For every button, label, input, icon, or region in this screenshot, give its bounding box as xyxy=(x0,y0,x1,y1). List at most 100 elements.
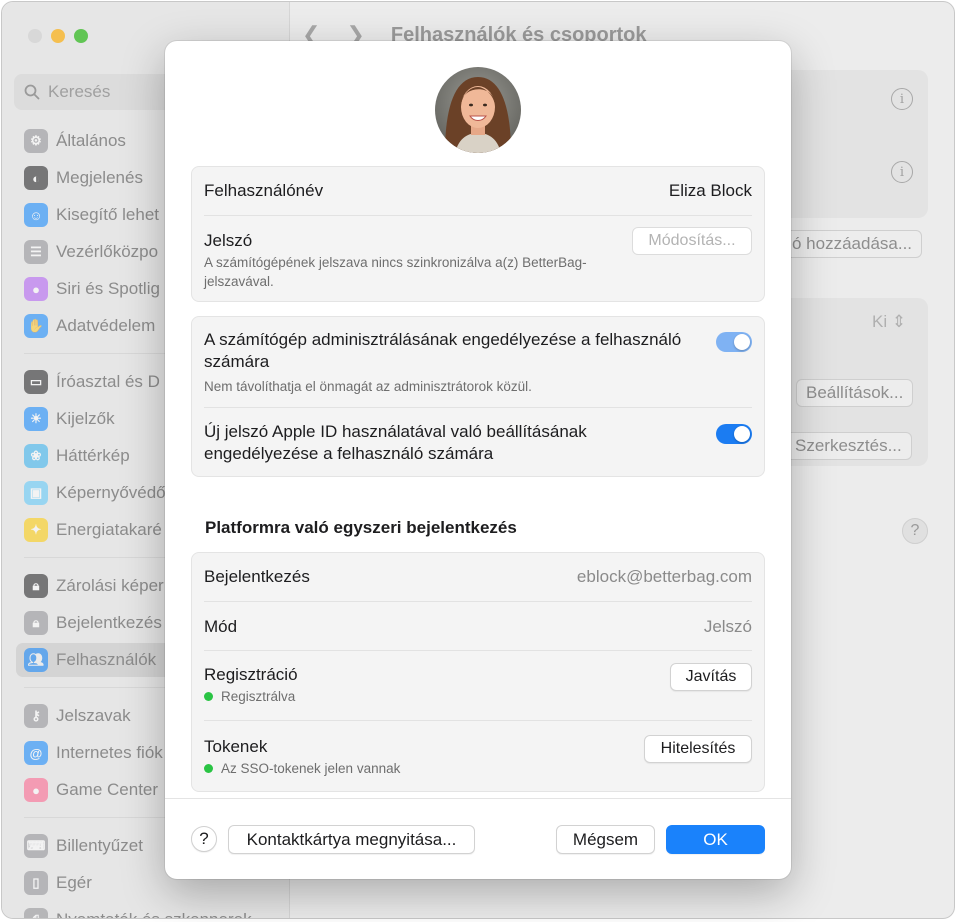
sidebar-item-label: Megjelenés xyxy=(56,168,143,187)
sidebar-item-label: Általános xyxy=(56,131,126,150)
username-value: Eliza Block xyxy=(668,181,752,200)
authenticate-button[interactable]: Hitelesítés xyxy=(644,735,752,763)
wallpaper-icon: ❀ xyxy=(24,444,48,468)
registration-status: Regisztrálva xyxy=(204,687,295,706)
status-dot-icon xyxy=(204,692,213,701)
sso-login-value: eblock@betterbag.com xyxy=(576,567,752,586)
control-center-icon: ☰ xyxy=(24,240,48,264)
sidebar-item-label: Billentyűzet xyxy=(56,836,143,855)
accessibility-icon: ☺ xyxy=(24,203,48,227)
key-icon: ⚷ xyxy=(24,704,48,728)
guest-select[interactable]: Ki ⇕ xyxy=(872,312,906,332)
tokens-status-text: Az SSO-tokenek jelen vannak xyxy=(221,761,401,776)
sidebar-item-label: Íróasztal és D xyxy=(56,372,160,391)
close-window-button[interactable] xyxy=(28,29,42,43)
password-row: Jelszó A számítógépének jelszava nincs s… xyxy=(204,227,752,297)
sidebar-item-label: Képernyővédő xyxy=(56,483,166,502)
sso-tokens-row: Tokenek Az SSO-tokenek jelen vannak Hite… xyxy=(204,733,752,785)
registration-label: Regisztráció xyxy=(204,665,298,684)
sidebar-item-printers[interactable]: ⎙ Nyomtatók és szkennerek xyxy=(16,903,278,918)
info-icon[interactable]: i xyxy=(891,161,913,183)
sidebar-item-label: Vezérlőközpo xyxy=(56,242,159,261)
sidebar-item-label: Adatvédelem xyxy=(56,316,156,335)
admin-row: A számítógép adminisztrálásának engedély… xyxy=(204,329,752,409)
sso-section-title: Platformra való egyszeri bejelentkezés xyxy=(205,518,517,537)
sso-login-row: Bejelentkezés eblock@betterbag.com xyxy=(204,567,752,589)
row-divider xyxy=(204,407,752,408)
change-password-button[interactable]: Módosítás... xyxy=(632,227,752,255)
sso-mode-row: Mód Jelszó xyxy=(204,617,752,639)
at-icon: @ xyxy=(24,741,48,765)
settings-button[interactable]: Beállítások... xyxy=(796,379,914,407)
screensaver-icon: ▣ xyxy=(24,481,48,505)
sidebar-item-label: Bejelentkezés xyxy=(56,613,162,632)
sidebar-item-label: Kisegítő lehet xyxy=(56,205,160,224)
repair-button[interactable]: Javítás xyxy=(670,663,752,691)
energy-icon: ✦ xyxy=(24,518,48,542)
allow-admin-label: A számítógép adminisztrálásának engedély… xyxy=(204,330,682,371)
sidebar-item-label: Nyomtatók és szkennerek xyxy=(56,910,252,918)
allow-admin-note: Nem távolíthatja el önmagát az adminiszt… xyxy=(204,379,532,394)
search-icon xyxy=(24,84,40,100)
minimize-window-button[interactable] xyxy=(51,29,65,43)
permissions-card: A számítógép adminisztrálásának engedély… xyxy=(191,316,765,477)
guest-select-value: Ki xyxy=(872,312,888,331)
help-icon[interactable]: ? xyxy=(902,518,928,544)
sso-registration-row: Regisztráció Regisztrálva Javítás xyxy=(204,661,752,713)
sidebar-item-label: Internetes fiók xyxy=(56,743,163,762)
user-photo xyxy=(435,67,521,153)
sidebar-item-label: Energiatakaré xyxy=(56,520,162,539)
users-icon: 👥︎ xyxy=(24,648,48,672)
gear-icon: ⚙ xyxy=(24,129,48,153)
avatar[interactable] xyxy=(435,67,521,153)
sso-card: Bejelentkezés eblock@betterbag.com Mód J… xyxy=(191,552,765,792)
allow-appleid-reset-label: Új jelszó Apple ID használatával való be… xyxy=(204,422,587,463)
sidebar-item-label: Jelszavak xyxy=(56,706,131,725)
password-label: Jelszó xyxy=(204,231,253,250)
login-lock-icon: 🔒︎ xyxy=(24,611,48,635)
game-center-icon: ● xyxy=(24,778,48,802)
open-contact-card-button[interactable]: Kontaktkártya megnyitása... xyxy=(228,825,475,854)
registration-status-text: Regisztrálva xyxy=(221,689,296,704)
siri-icon: ● xyxy=(24,277,48,301)
user-details-dialog: Felhasználónév Eliza Block Jelszó A szám… xyxy=(165,41,791,879)
allow-admin-toggle[interactable] xyxy=(716,332,752,352)
ok-button[interactable]: OK xyxy=(666,825,765,854)
sso-mode-value: Jelszó xyxy=(703,617,752,636)
sidebar-item-label: Felhasználók xyxy=(56,650,157,669)
desktop-dock-icon: ▭ xyxy=(24,370,48,394)
sidebar-item-label: Siri és Spotlig xyxy=(56,279,160,298)
window-controls xyxy=(28,29,88,43)
printer-icon: ⎙ xyxy=(24,908,48,918)
hand-icon: ✋ xyxy=(24,314,48,338)
account-card: Felhasználónév Eliza Block Jelszó A szám… xyxy=(191,166,765,302)
tokens-label: Tokenek xyxy=(204,737,268,756)
cancel-button[interactable]: Mégsem xyxy=(556,825,655,854)
sidebar-item-label: Háttérkép xyxy=(56,446,130,465)
row-divider xyxy=(204,650,752,651)
password-note: A számítógépének jelszava nincs szinkron… xyxy=(204,255,587,289)
sidebar-item-label: Kijelzők xyxy=(56,409,115,428)
username-row: Felhasználónév Eliza Block xyxy=(204,181,752,203)
appleid-reset-row: Új jelszó Apple ID használatával való be… xyxy=(204,421,752,469)
lock-screen-icon: 🔒︎ xyxy=(24,574,48,598)
chevron-updown-icon: ⇕ xyxy=(891,312,907,331)
info-icon[interactable]: i xyxy=(891,88,913,110)
allow-appleid-reset-toggle[interactable] xyxy=(716,424,752,444)
edit-button[interactable]: Szerkesztés... xyxy=(785,432,912,460)
appearance-icon: ◐ xyxy=(24,166,48,190)
help-button[interactable]: ? xyxy=(191,826,217,852)
row-divider xyxy=(204,720,752,721)
username-label: Felhasználónév xyxy=(204,181,324,200)
sso-login-label: Bejelentkezés xyxy=(204,567,310,586)
status-dot-icon xyxy=(204,764,213,773)
footer-divider xyxy=(165,798,791,799)
display-icon: ☀ xyxy=(24,407,48,431)
sso-mode-label: Mód xyxy=(204,617,238,636)
keyboard-icon: ⌨ xyxy=(24,834,48,858)
row-divider xyxy=(204,601,752,602)
sidebar-item-label: Game Center xyxy=(56,780,159,799)
zoom-window-button[interactable] xyxy=(74,29,88,43)
tokens-status: Az SSO-tokenek jelen vannak xyxy=(204,759,400,778)
add-user-button[interactable]: ó hozzáadása... xyxy=(782,230,923,258)
